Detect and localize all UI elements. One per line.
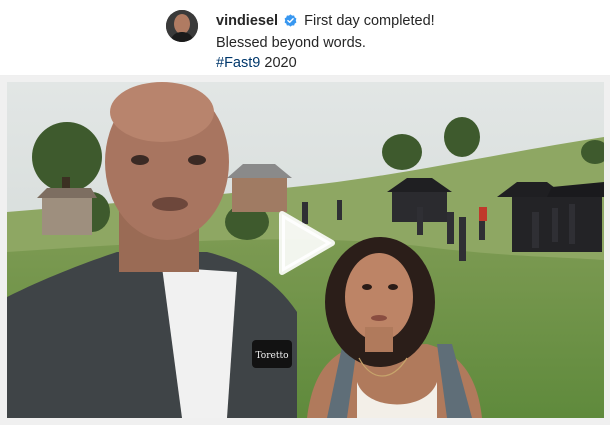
caption-year: 2020 — [264, 55, 297, 71]
video-player[interactable]: Toretto — [7, 82, 604, 418]
avatar[interactable] — [166, 10, 198, 42]
username-link[interactable]: vindiesel — [216, 13, 278, 29]
hashtag-link[interactable]: #Fast9 — [216, 55, 260, 71]
caption-line-1: First day completed! — [304, 13, 435, 29]
play-button[interactable] — [274, 210, 336, 276]
play-icon — [279, 211, 335, 275]
caption-line-2: Blessed beyond words. — [216, 35, 366, 51]
profile-photo — [166, 10, 198, 42]
verified-badge-icon — [284, 13, 297, 33]
shirt-patch-text: Toretto — [255, 351, 288, 361]
post-caption: vindiesel First day completed! Blessed b… — [216, 11, 596, 73]
post-header: vindiesel First day completed! Blessed b… — [0, 0, 610, 76]
